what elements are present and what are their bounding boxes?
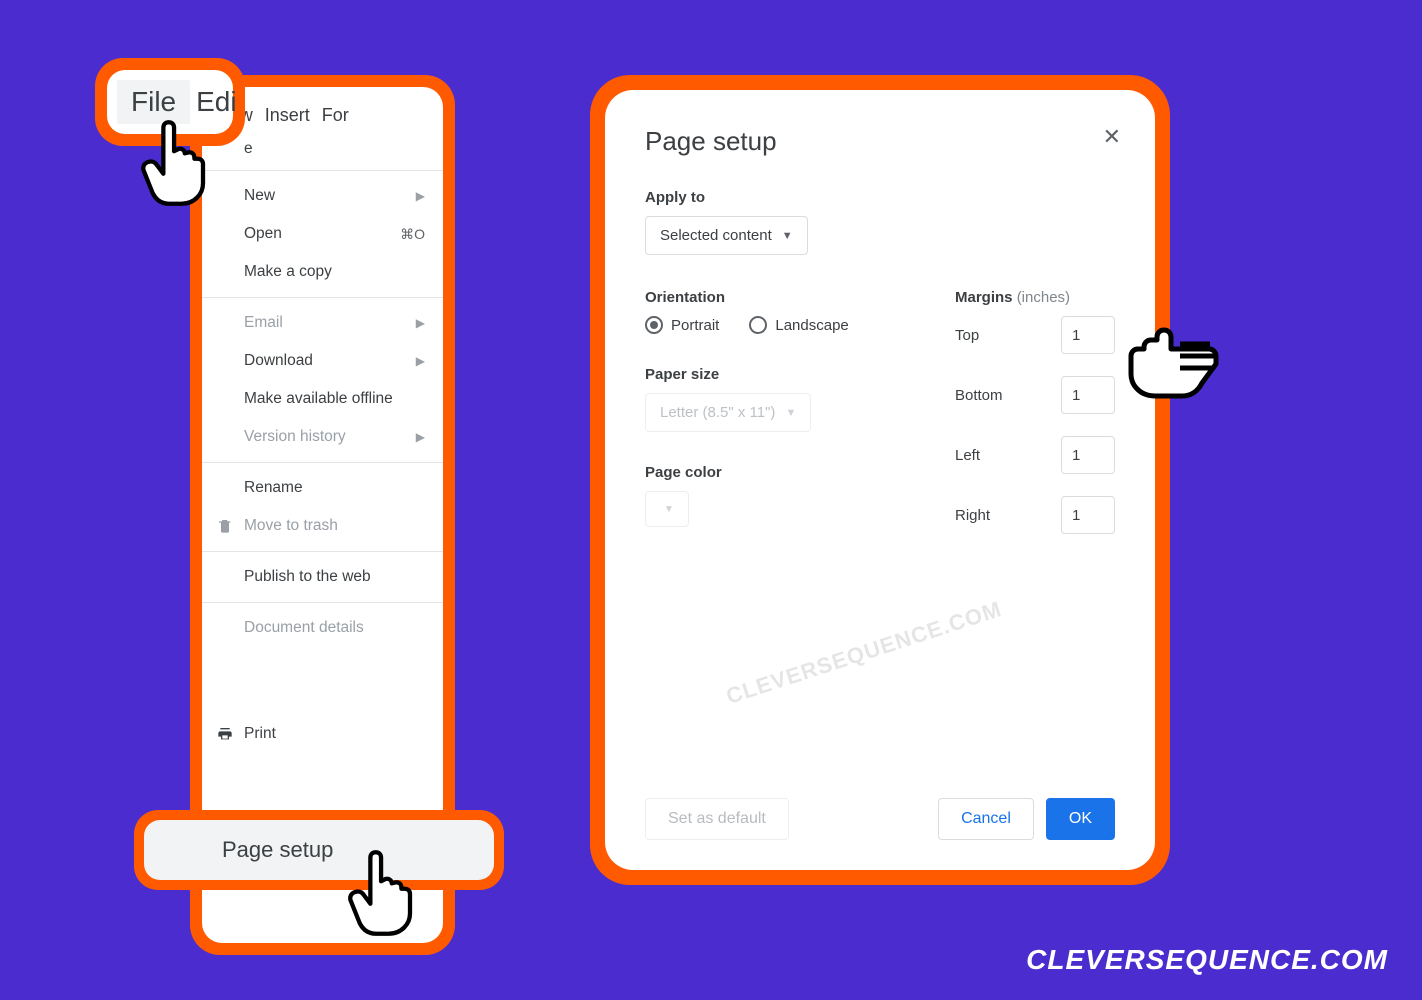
credit-text: CLEVERSEQUENCE.COM bbox=[1026, 944, 1388, 976]
dialog-title: Page setup bbox=[645, 126, 1115, 157]
menu-item-new[interactable]: New ▶ bbox=[202, 177, 443, 215]
menu-item-download[interactable]: Download ▶ bbox=[202, 342, 443, 380]
menu-fragment-e: e bbox=[202, 138, 443, 164]
caret-down-icon: ▼ bbox=[782, 230, 793, 242]
menu-label: Email bbox=[244, 314, 283, 332]
radio-icon bbox=[749, 316, 767, 334]
file-menu-list: e New ▶ Open ⌘O Make a copy Email ▶ Down… bbox=[202, 134, 443, 753]
page-color-picker[interactable]: ▼ bbox=[645, 491, 689, 527]
margin-top-label: Top bbox=[955, 327, 979, 344]
menu-label: Move to trash bbox=[244, 517, 338, 535]
margin-right-input[interactable] bbox=[1061, 496, 1115, 534]
trash-icon bbox=[216, 517, 234, 535]
page-setup-dialog: Page setup ✕ Apply to Selected content ▼… bbox=[605, 90, 1155, 870]
menu-divider bbox=[202, 602, 443, 603]
apply-to-dropdown[interactable]: Selected content ▼ bbox=[645, 216, 808, 255]
menu-divider bbox=[202, 170, 443, 171]
menu-item-print[interactable]: Print bbox=[202, 715, 443, 753]
margin-top-input[interactable] bbox=[1061, 316, 1115, 354]
pointer-hand-left-icon bbox=[1122, 320, 1222, 400]
set-as-default-button[interactable]: Set as default bbox=[645, 798, 789, 840]
margins-label: Margins (inches) bbox=[955, 289, 1115, 306]
menu-item-open[interactable]: Open ⌘O bbox=[202, 215, 443, 253]
menu-label: Open bbox=[244, 225, 282, 243]
menu-item-make-copy[interactable]: Make a copy bbox=[202, 253, 443, 291]
radio-label: Landscape bbox=[775, 317, 848, 334]
menu-label: Download bbox=[244, 352, 313, 370]
submenu-arrow-icon: ▶ bbox=[416, 354, 425, 368]
menu-item-publish[interactable]: Publish to the web bbox=[202, 558, 443, 596]
page-setup-highlight-frame: Page setup bbox=[134, 810, 504, 890]
pointer-hand-icon bbox=[138, 118, 208, 208]
pointer-hand-icon bbox=[345, 848, 415, 938]
close-icon[interactable]: ✕ bbox=[1103, 124, 1121, 150]
dropdown-value: Letter (8.5" x 11") bbox=[660, 404, 775, 421]
menu-label: New bbox=[244, 187, 275, 205]
menu-label: Version history bbox=[244, 428, 346, 446]
submenu-arrow-icon: ▶ bbox=[416, 189, 425, 203]
menu-label: Document details bbox=[244, 619, 364, 637]
apply-to-label: Apply to bbox=[645, 189, 1115, 206]
submenu-arrow-icon: ▶ bbox=[416, 430, 425, 444]
orientation-label: Orientation bbox=[645, 289, 915, 306]
print-icon bbox=[216, 725, 234, 743]
menu-label: Publish to the web bbox=[244, 568, 371, 586]
menu-item-move-to-trash[interactable]: Move to trash bbox=[202, 507, 443, 545]
shortcut-label: ⌘O bbox=[400, 226, 425, 243]
menu-divider bbox=[202, 297, 443, 298]
menu-item-document-details[interactable]: Document details bbox=[202, 609, 443, 647]
menu-label: Page setup bbox=[222, 837, 333, 863]
ok-button[interactable]: OK bbox=[1046, 798, 1115, 840]
menu-item-page-setup[interactable]: Page setup bbox=[144, 820, 494, 880]
orientation-portrait-radio[interactable]: Portrait bbox=[645, 316, 719, 334]
margin-bottom-input[interactable] bbox=[1061, 376, 1115, 414]
caret-down-icon: ▼ bbox=[785, 407, 796, 419]
orientation-landscape-radio[interactable]: Landscape bbox=[749, 316, 848, 334]
paper-size-dropdown[interactable]: Letter (8.5" x 11") ▼ bbox=[645, 393, 811, 432]
menu-item-email[interactable]: Email ▶ bbox=[202, 304, 443, 342]
menu-item-offline[interactable]: Make available offline bbox=[202, 380, 443, 418]
margin-bottom-label: Bottom bbox=[955, 387, 1003, 404]
menu-divider bbox=[202, 462, 443, 463]
menu-item-rename[interactable]: Rename bbox=[202, 469, 443, 507]
page-color-label: Page color bbox=[645, 464, 915, 481]
cancel-button[interactable]: Cancel bbox=[938, 798, 1034, 840]
dropdown-value: Selected content bbox=[660, 227, 772, 244]
menubar-insert[interactable]: Insert bbox=[265, 105, 310, 126]
menu-label: Print bbox=[244, 725, 276, 743]
radio-icon bbox=[645, 316, 663, 334]
submenu-arrow-icon: ▶ bbox=[416, 316, 425, 330]
menu-label: Make a copy bbox=[244, 263, 332, 281]
menu-divider bbox=[202, 551, 443, 552]
menubar-format[interactable]: For bbox=[322, 105, 349, 126]
menu-label: Rename bbox=[244, 479, 303, 497]
menubar-edit[interactable]: Edi bbox=[196, 86, 236, 118]
margin-left-input[interactable] bbox=[1061, 436, 1115, 474]
margin-right-label: Right bbox=[955, 507, 990, 524]
menu-label: Make available offline bbox=[244, 390, 393, 408]
radio-label: Portrait bbox=[671, 317, 719, 334]
menu-item-version-history[interactable]: Version history ▶ bbox=[202, 418, 443, 456]
paper-size-label: Paper size bbox=[645, 366, 915, 383]
margin-left-label: Left bbox=[955, 447, 980, 464]
page-setup-dialog-frame: Page setup ✕ Apply to Selected content ▼… bbox=[590, 75, 1170, 885]
caret-down-icon: ▼ bbox=[664, 504, 674, 515]
